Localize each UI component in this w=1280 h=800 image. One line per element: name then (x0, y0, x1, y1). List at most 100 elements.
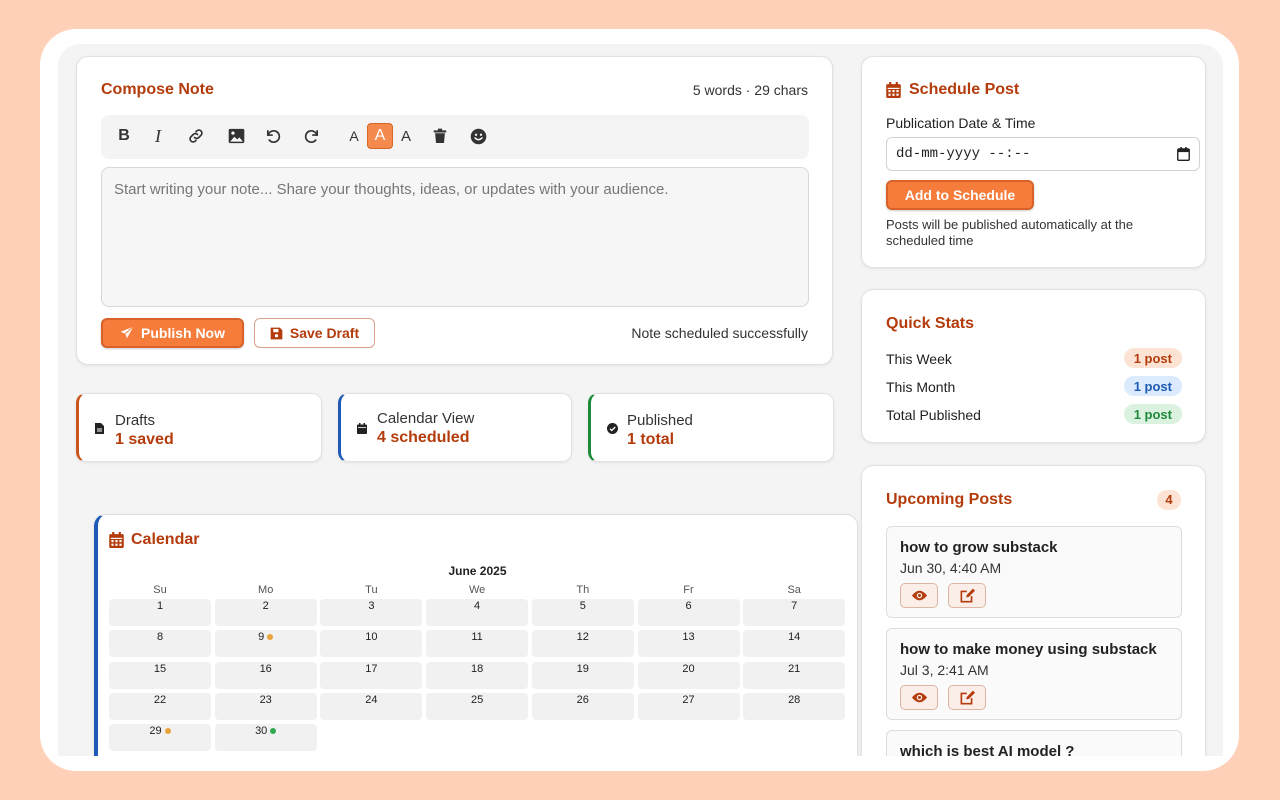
font-size-large[interactable]: A (393, 123, 419, 149)
link-icon[interactable] (183, 123, 209, 149)
calendar-day[interactable]: 28 (743, 692, 846, 720)
calendar-day[interactable]: 9 (214, 630, 317, 658)
calendar-day[interactable]: 17 (320, 661, 423, 689)
calendar-icon (357, 423, 367, 434)
calendar-day-number: 28 (788, 693, 801, 706)
edit-icon (960, 690, 975, 705)
note-textarea[interactable] (102, 168, 808, 306)
calendar-day[interactable]: 27 (637, 692, 740, 720)
weekday-header: Th (576, 584, 590, 596)
publication-date-label: Publication Date & Time (886, 115, 1036, 131)
stat-label: Published (627, 412, 693, 429)
quick-stat-badge: 1 post (1123, 376, 1182, 396)
calendar-day[interactable]: 8 (109, 630, 211, 658)
undo-icon[interactable] (260, 123, 286, 149)
trash-icon[interactable] (427, 123, 453, 149)
schedule-card: Schedule Post Publication Date & Time dd… (861, 56, 1206, 268)
calendar-day[interactable]: 5 (531, 599, 634, 626)
post-title: how to grow substack (900, 539, 1058, 556)
calendar-day[interactable]: 21 (743, 661, 846, 689)
check-circle-icon (607, 423, 618, 434)
calendar-day-number: 7 (791, 600, 798, 612)
bold-icon[interactable]: B (111, 123, 137, 149)
save-draft-button[interactable]: Save Draft (254, 318, 375, 348)
italic-icon[interactable]: I (145, 123, 171, 149)
calendar-day-number: 29 (149, 725, 162, 738)
scheduled-post-dot (164, 728, 171, 735)
preview-post-button[interactable] (900, 685, 938, 710)
compose-title: Compose Note (101, 81, 214, 98)
calendar-day[interactable]: 3 (320, 599, 423, 626)
stat-value: 1 total (627, 431, 675, 448)
calendar-day[interactable]: 15 (109, 661, 211, 689)
paper-plane-icon (120, 326, 134, 339)
emoji-icon[interactable] (465, 123, 491, 149)
file-icon (95, 423, 104, 434)
quick-stats-card: Quick Stats This Week 1 post This Month … (861, 289, 1206, 443)
calendar-day-number: 27 (682, 693, 695, 706)
calendar-day[interactable]: 30 (214, 724, 317, 752)
stat-card-drafts[interactable]: Drafts 1 saved (76, 393, 322, 462)
redo-icon[interactable] (298, 123, 324, 149)
edit-icon (960, 588, 975, 603)
calendar-day[interactable]: 16 (214, 661, 317, 689)
calendar-icon (886, 82, 901, 98)
note-editor[interactable] (101, 167, 809, 307)
calendar-day[interactable]: 13 (637, 630, 740, 658)
upcoming-count-badge: 4 (1157, 490, 1181, 510)
calendar-day[interactable]: 25 (426, 692, 529, 720)
stat-label: Drafts (115, 412, 156, 429)
calendar-day-number: 4 (474, 600, 481, 612)
calendar-day-number: 3 (368, 600, 375, 612)
calendar-day[interactable]: 23 (214, 692, 317, 720)
calendar-day[interactable]: 10 (320, 630, 423, 658)
calendar-day[interactable]: 24 (320, 692, 423, 720)
upcoming-post-item[interactable]: how to make money using substack Jul 3, … (886, 628, 1182, 720)
stat-card-calendar-view[interactable]: Calendar View 4 scheduled (338, 393, 572, 462)
publish-now-label: Publish Now (141, 325, 225, 341)
calendar-day[interactable]: 2 (214, 599, 317, 626)
font-size-medium[interactable]: A (367, 123, 393, 149)
edit-post-button[interactable] (948, 685, 986, 710)
calendar-day-number: 24 (365, 693, 378, 706)
calendar-day[interactable]: 14 (743, 630, 846, 658)
calendar-day[interactable]: 22 (109, 692, 211, 720)
calendar-day-number: 18 (470, 662, 484, 675)
calendar-day-number: 17 (365, 662, 378, 675)
calendar-day[interactable]: 7 (743, 599, 846, 626)
calendar-day[interactable]: 1 (109, 599, 211, 626)
calendar-day[interactable]: 26 (531, 692, 634, 720)
stat-card-published[interactable]: Published 1 total (588, 393, 834, 462)
calendar-day[interactable]: 4 (426, 599, 529, 626)
app-content: Compose Note 5 words · 29 chars B I A A … (58, 44, 1223, 756)
app-frame: Compose Note 5 words · 29 chars B I A A … (40, 29, 1239, 771)
stat-value: 4 scheduled (377, 429, 470, 446)
calendar-day-number: 2 (262, 600, 269, 612)
eye-icon (911, 692, 927, 703)
edit-post-button[interactable] (948, 583, 986, 608)
publish-now-button[interactable]: Publish Now (101, 318, 244, 348)
compose-status: Note scheduled successfully (631, 325, 808, 341)
upcoming-posts-title: Upcoming Posts (886, 491, 1013, 508)
quick-stat-label: Total Published (886, 407, 981, 423)
font-size-small[interactable]: A (341, 123, 367, 149)
calendar-day[interactable]: 6 (637, 599, 740, 626)
calendar-picker-icon[interactable] (1177, 147, 1190, 161)
calendar-title: Calendar (131, 531, 200, 548)
quick-stat-label: This Week (886, 351, 952, 367)
publication-date-input[interactable]: dd-mm-yyyy --:-- (886, 137, 1200, 171)
calendar-day[interactable]: 20 (637, 661, 740, 689)
calendar-day[interactable]: 19 (531, 661, 634, 689)
calendar-day-number: 5 (579, 600, 586, 612)
calendar-day[interactable]: 11 (426, 630, 529, 658)
calendar-day[interactable]: 12 (531, 630, 634, 658)
calendar-day[interactable]: 29 (109, 724, 211, 752)
image-icon[interactable] (223, 123, 249, 149)
stat-label: Calendar View (377, 410, 475, 427)
add-to-schedule-button[interactable]: Add to Schedule (886, 180, 1034, 210)
preview-post-button[interactable] (900, 583, 938, 608)
upcoming-post-item[interactable]: how to grow substack Jun 30, 4:40 AM (886, 526, 1182, 618)
post-date: Jul 3, 2:41 AM (900, 662, 989, 678)
calendar-day[interactable]: 18 (426, 661, 529, 689)
upcoming-post-item[interactable]: which is best AI model ? (886, 730, 1182, 756)
